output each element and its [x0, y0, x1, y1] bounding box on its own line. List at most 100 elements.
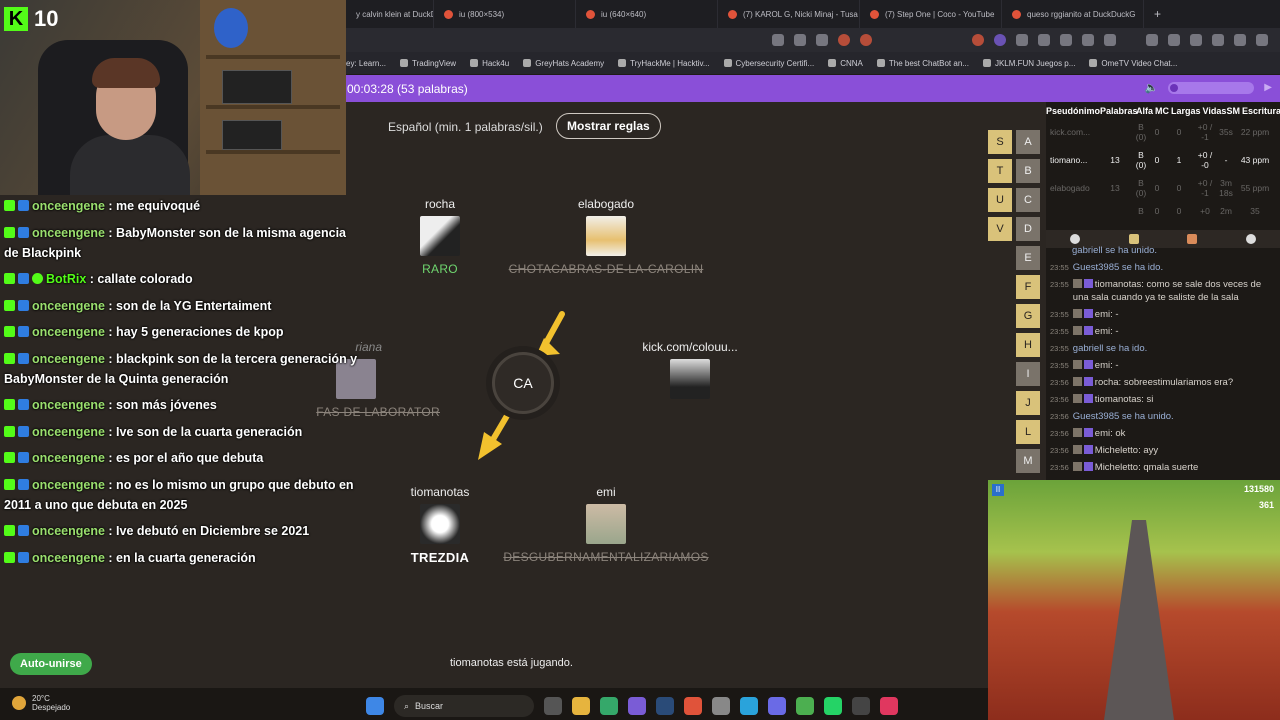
browser-tab[interactable]: iu (800×534) — [434, 0, 576, 28]
extension-icon[interactable] — [994, 34, 1006, 46]
leo-icon[interactable] — [1212, 34, 1224, 46]
obs-icon[interactable] — [712, 697, 730, 715]
score-col-header[interactable]: SM — [1227, 106, 1241, 116]
chat-username[interactable]: onceengene — [32, 478, 105, 492]
minecraft-icon[interactable] — [796, 697, 814, 715]
music-icon[interactable] — [1146, 34, 1158, 46]
brave-shield-icon[interactable] — [838, 34, 850, 46]
chat-username[interactable]: onceengene — [32, 398, 105, 412]
bookmark[interactable]: Hack4u — [470, 59, 509, 68]
players-tab-icon[interactable] — [1128, 234, 1139, 244]
log-time: 23:56 — [1050, 429, 1069, 438]
log-line: 23:56 rocha: sobreestimulariamos era? — [1050, 376, 1276, 389]
chat-username[interactable]: onceengene — [32, 199, 105, 213]
kick-viewers: K 10 — [4, 6, 58, 32]
bookmark[interactable]: The best ChatBot an... — [876, 58, 969, 68]
log-line: 23:55 tiomanotas: como se sale dos veces … — [1050, 278, 1276, 304]
rules-button[interactable]: Mostrar reglas — [556, 113, 661, 139]
score-col-header[interactable]: Palabras — [1100, 106, 1138, 116]
extension-icon[interactable] — [1038, 34, 1050, 46]
extension-icon[interactable] — [1082, 34, 1094, 46]
steam-icon[interactable] — [656, 697, 674, 715]
score-cell: 55 ppm — [1240, 183, 1270, 193]
browser-tab[interactable]: (7) Step One | Coco - YouTube — [860, 0, 1002, 28]
translate-icon[interactable] — [772, 34, 784, 46]
score-col-header[interactable]: Pseudónimo — [1046, 106, 1100, 116]
chat-username[interactable]: onceengene — [32, 325, 105, 339]
bookmark[interactable]: JKLM.FUN Juegos p... — [982, 59, 1075, 68]
pause-icon[interactable]: II — [992, 484, 1004, 496]
chat-username[interactable]: onceengene — [32, 451, 105, 465]
log-text: emi: ok — [1094, 428, 1126, 439]
vscode-icon[interactable] — [600, 697, 618, 715]
share-icon[interactable] — [816, 34, 828, 46]
streamer-body — [70, 135, 190, 195]
discord-icon[interactable] — [768, 697, 786, 715]
chat-username[interactable]: onceengene — [32, 299, 105, 313]
chat-username[interactable]: onceengene — [32, 551, 105, 565]
log-time: 23:56 — [1050, 412, 1069, 421]
bookmark[interactable]: CNNA — [828, 59, 863, 68]
mute-icon[interactable]: 🔈 — [1145, 81, 1159, 94]
brave-rewards-icon[interactable] — [860, 34, 872, 46]
auto-join-button[interactable]: Auto-unirse — [10, 653, 92, 675]
windows-start-icon[interactable] — [366, 697, 384, 715]
vpn-icon[interactable] — [1234, 34, 1246, 46]
screenshot-icon[interactable] — [794, 34, 806, 46]
sidebar-icon[interactable] — [1168, 34, 1180, 46]
letter-tile: T — [988, 159, 1012, 183]
browser-tab[interactable]: iu (640×640) — [576, 0, 718, 28]
telegram-icon[interactable] — [740, 697, 758, 715]
kick-badge-icon — [4, 352, 15, 364]
wallet-icon[interactable] — [1190, 34, 1202, 46]
score-col-header[interactable]: Alfa — [1136, 106, 1153, 116]
chat-message: onceengene : es por el año que debuta — [4, 448, 360, 468]
chat-username[interactable]: onceengene — [32, 425, 105, 439]
play-icon[interactable]: ▶ — [1264, 82, 1272, 93]
chat-username[interactable]: onceengene — [32, 524, 105, 538]
language-label: Español (min. 1 palabras/sil.) — [388, 120, 543, 134]
extension-icon[interactable] — [1016, 34, 1028, 46]
score-col-header[interactable]: Escritura — [1242, 106, 1280, 116]
chat-username[interactable]: onceengene — [32, 352, 105, 366]
task-view-icon[interactable] — [544, 697, 562, 715]
bookmark[interactable]: Cybersecurity Certifi... — [723, 59, 814, 68]
obsidian-icon[interactable] — [628, 697, 646, 715]
room-tab-icon[interactable] — [1187, 234, 1198, 244]
volume-slider[interactable] — [1168, 81, 1255, 94]
score-col-header[interactable]: Vidas — [1203, 106, 1227, 116]
log-text: gabriell se ha unido. — [1072, 245, 1158, 256]
whatsapp-icon[interactable] — [824, 697, 842, 715]
score-col-header[interactable]: Largas — [1171, 106, 1201, 116]
volume-knob[interactable] — [1170, 83, 1179, 92]
settings-tab-icon[interactable] — [1245, 234, 1256, 244]
weather-widget[interactable]: 20°C Despejado — [12, 694, 70, 712]
menu-icon[interactable] — [1256, 34, 1268, 46]
browser-tab[interactable]: (7) KAROL G, Nicki Minaj - Tusa — [718, 0, 860, 28]
tiktok-icon[interactable] — [880, 697, 898, 715]
file-explorer-icon[interactable] — [572, 697, 590, 715]
sub-badge-icon — [18, 478, 29, 490]
bookmark[interactable]: TradingView — [400, 59, 456, 68]
extension-icon[interactable] — [1104, 34, 1116, 46]
extension-icon[interactable] — [1060, 34, 1072, 46]
user-badge-icon — [1072, 279, 1082, 288]
bookmark[interactable]: GreyHats Academy — [523, 59, 604, 68]
extension-icon[interactable] — [972, 34, 984, 46]
bookmark-label: The best ChatBot an... — [888, 58, 969, 68]
score-cell: 0 — [1154, 127, 1160, 137]
brave-icon[interactable] — [684, 697, 702, 715]
score-col-header[interactable]: MC — [1155, 106, 1169, 116]
chat-username[interactable]: BotRix — [46, 272, 86, 286]
kick-badge-icon — [4, 425, 15, 437]
chat-tab-icon[interactable] — [1070, 234, 1081, 244]
browser-tab[interactable]: queso rggianito at DuckDuckG — [1002, 0, 1144, 28]
new-tab-button[interactable]: + — [1144, 0, 1171, 28]
app-icon[interactable] — [852, 697, 870, 715]
bookmark[interactable]: TryHackMe | Hacktiv... — [618, 59, 710, 68]
taskbar-search[interactable]: ⌕ Buscar — [394, 695, 534, 717]
bookmark[interactable]: ey: Learn... — [346, 59, 386, 68]
browser-tab[interactable]: y calvin klein at DuckDu — [346, 0, 434, 28]
bookmark[interactable]: OmeTV Video Chat... — [1089, 59, 1177, 68]
chat-username[interactable]: onceengene — [32, 226, 105, 240]
